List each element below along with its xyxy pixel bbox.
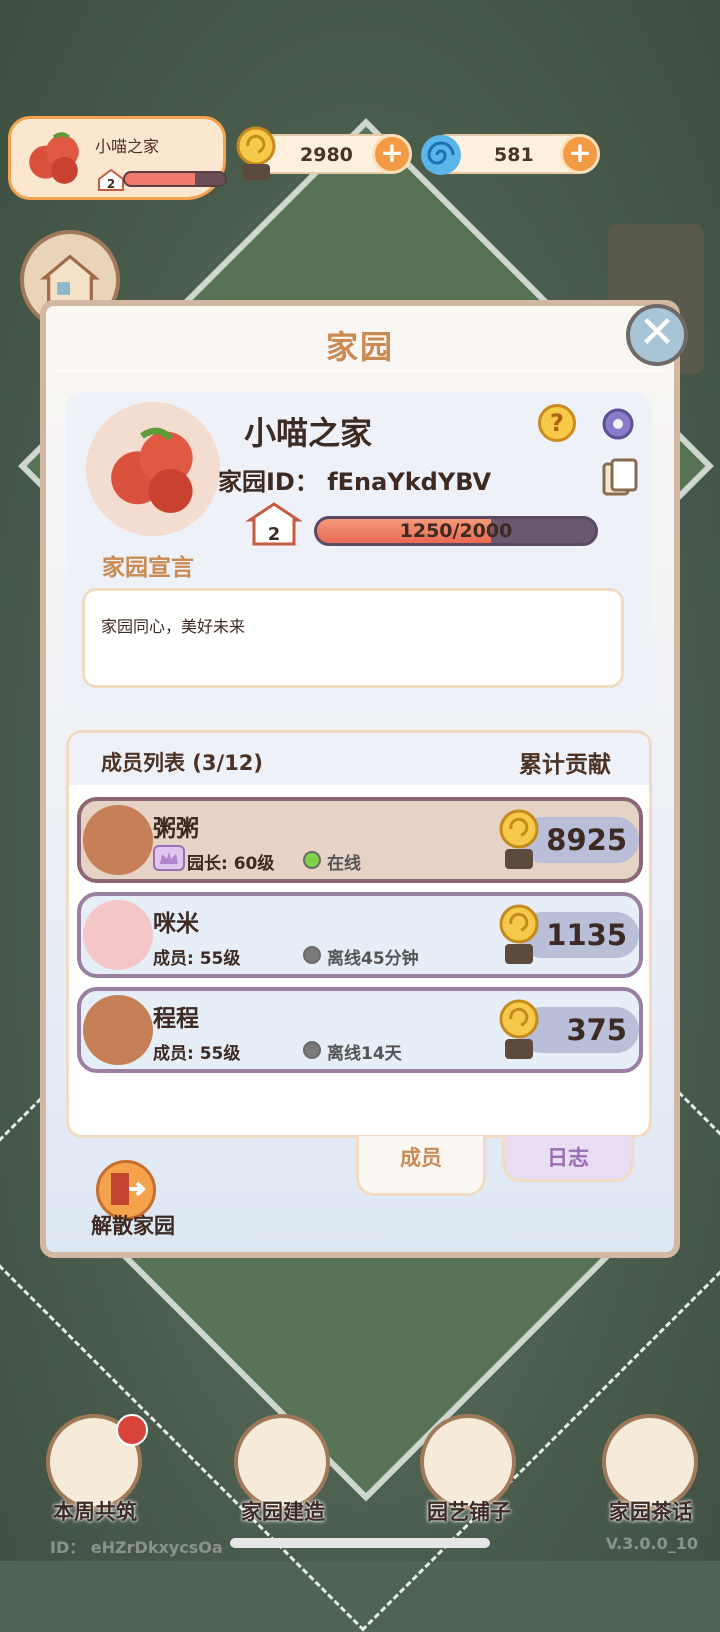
snail-contribution-icon [499,999,539,1059]
nav-garden-shop[interactable]: 园艺铺子 [414,1414,524,1524]
coin-amount: 2980 [300,144,353,166]
member-score: 1135 [546,918,627,952]
home-level: 2 [268,524,281,545]
player-id: ID： eHZrDkxycsOa [50,1538,223,1557]
contribution-title: 累计贡献 [519,752,611,778]
snail-coin-icon [236,126,276,180]
rose-emblem-icon [111,427,193,513]
member-row[interactable]: 粥粥 园长: 60级 在线 8925 [77,797,643,883]
home-exp-text: 1250/2000 [399,520,513,542]
nav-home-chat[interactable]: 家园茶话 [596,1414,706,1524]
offline-status-icon [303,1041,321,1059]
member-name: 程程 [153,1006,199,1032]
home-level-badge: 2 [246,502,302,546]
home-avatar [86,402,220,536]
member-status: 离线14天 [327,1044,402,1064]
manifesto-box[interactable]: 家园同心，美好未来 [82,588,624,688]
member-row[interactable]: 咪米 成员: 55级 离线45分钟 1135 [77,892,643,978]
member-list-header: 成员列表 (3/12) 累计贡献 [69,733,649,785]
home-exp-bar: 1250/2000 [314,516,598,546]
manifesto-text: 家园同心，美好未来 [101,617,246,636]
add-coins-button[interactable]: + [372,134,412,174]
help-icon[interactable]: ? [538,404,576,442]
tab-log[interactable]: 日志 [502,1136,634,1182]
member-status: 在线 [327,854,361,874]
crown-icon [153,845,185,871]
snail-contribution-icon [499,809,539,869]
member-score: 8925 [546,823,627,857]
nav-garden-shop-label: 园艺铺子 [427,1500,511,1524]
member-role: 成员: 55级 [153,949,241,969]
disband-home-label: 解散家园 [91,1214,175,1238]
version-label: V.3.0.0_10 [605,1534,698,1553]
nav-home-build-label: 家园建造 [241,1500,325,1524]
online-status-icon [303,851,321,869]
copy-icon[interactable] [602,458,638,498]
nav-weekly-build-label: 本周共筑 [53,1500,137,1524]
member-name: 咪米 [153,911,199,937]
home-level: 2 [107,177,115,191]
gear-icon[interactable] [598,404,638,444]
home-info-card[interactable]: 小喵之家 2 [8,116,227,200]
home-id: 家园ID： fEnaYkdYBV [218,468,492,496]
member-name: 粥粥 [153,816,199,842]
member-role: 园长: 60级 [187,854,275,874]
spiral-gem-icon [421,135,461,175]
home-level-icon: 2 [98,169,124,191]
home-exp-fill [125,173,195,185]
nav-home-build[interactable]: 家园建造 [228,1414,338,1524]
member-avatar [83,900,153,970]
add-gems-button[interactable]: + [560,134,600,174]
home-name: 小喵之家 [95,137,160,156]
gem-amount: 581 [494,144,534,166]
home-name-heading: 小喵之家 [244,414,373,452]
manifesto-label: 家园宣言 [102,555,194,581]
notification-badge [116,1414,148,1446]
title-divider [56,370,664,372]
member-role: 成员: 55级 [153,1044,241,1064]
close-button[interactable]: ✕ [626,304,688,366]
disband-home-button[interactable]: 解散家园 [78,1160,188,1240]
offline-status-icon [303,946,321,964]
snail-contribution-icon [499,904,539,964]
member-avatar [83,805,153,875]
tab-members[interactable]: 成员 [356,1136,486,1196]
member-row[interactable]: 程程 成员: 55级 离线14天 375 [77,987,643,1073]
modal-title: 家园 [325,328,394,366]
member-avatar [83,995,153,1065]
member-list-title: 成员列表 (3/12) [101,751,264,775]
home-indicator[interactable] [230,1538,490,1548]
nav-home-chat-label: 家园茶话 [609,1500,693,1524]
member-score: 375 [566,1013,627,1047]
home-exp-bar [123,171,227,187]
rose-emblem-icon [29,132,79,184]
member-status: 离线45分钟 [327,949,419,969]
member-list-panel: 成员列表 (3/12) 累计贡献 粥粥 园长: 60级 在线 8925 咪米 成… [66,730,652,1138]
